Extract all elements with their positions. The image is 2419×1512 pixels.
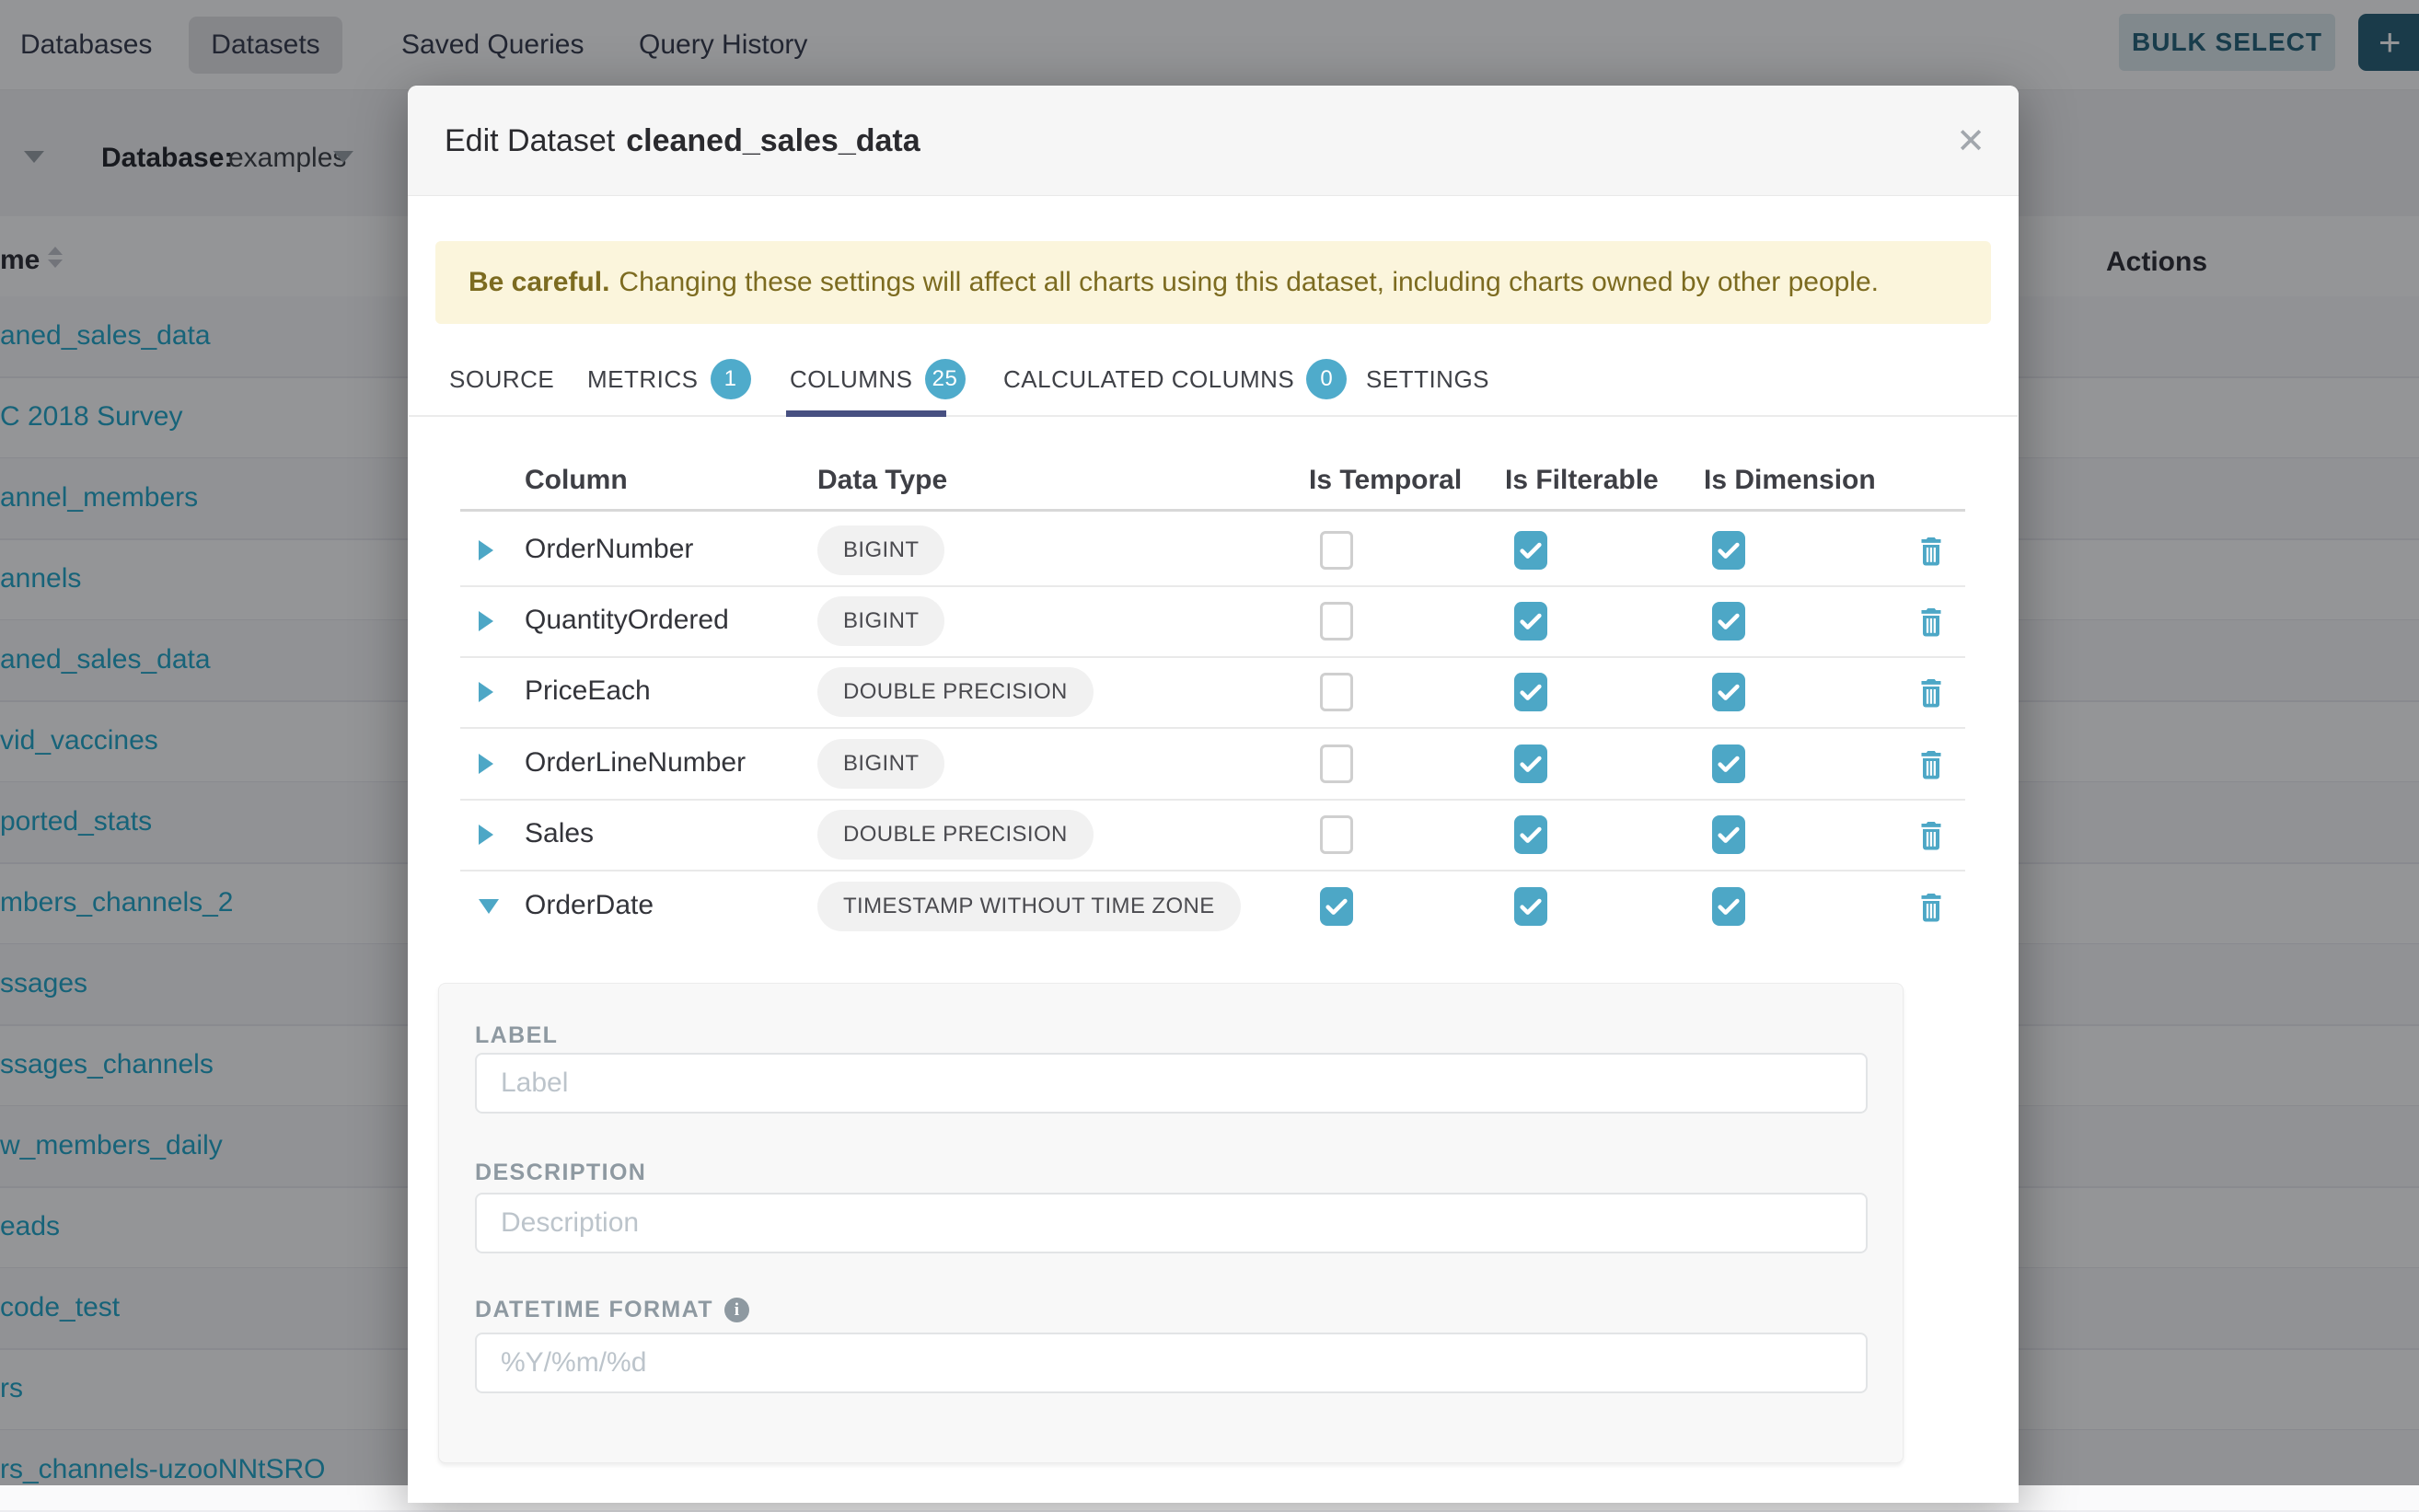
is-dimension-checkbox-checked[interactable] bbox=[1712, 531, 1745, 570]
warning-banner-text: Changing these settings will affect all … bbox=[619, 267, 1879, 298]
data-type-pill: DOUBLE PRECISION bbox=[817, 810, 1094, 860]
expand-caret-icon[interactable] bbox=[479, 540, 493, 560]
tab-label: SETTINGS bbox=[1366, 365, 1489, 394]
tab-calculated-columns[interactable]: CALCULATED COLUMNS 0 bbox=[1003, 350, 1347, 409]
is-dimension-checkbox-checked[interactable] bbox=[1712, 673, 1745, 711]
edit-dataset-modal: Edit Dataset cleaned_sales_data ✕ Be car… bbox=[408, 86, 2019, 1503]
column-row-divider bbox=[460, 585, 1965, 587]
is-temporal-checkbox-unchecked[interactable] bbox=[1320, 531, 1353, 570]
description-field-label: DESCRIPTION bbox=[475, 1160, 646, 1186]
is-filterable-checkbox-checked[interactable] bbox=[1514, 602, 1547, 641]
column-row-divider bbox=[460, 656, 1965, 658]
modal-title-dataset-name: cleaned_sales_data bbox=[626, 123, 920, 159]
columns-table-header-is-dimension: Is Dimension bbox=[1704, 465, 1876, 496]
is-filterable-checkbox-checked[interactable] bbox=[1514, 673, 1547, 711]
delete-column-trash-icon[interactable] bbox=[1915, 744, 1948, 783]
datetime-format-input[interactable] bbox=[475, 1333, 1868, 1393]
column-row-divider bbox=[460, 870, 1965, 871]
datetime-format-field-label: DATETIME FORMAT i bbox=[475, 1297, 749, 1323]
expand-caret-icon[interactable] bbox=[479, 682, 493, 702]
is-dimension-checkbox-checked[interactable] bbox=[1712, 887, 1745, 926]
modal-title: Edit Dataset cleaned_sales_data bbox=[445, 86, 920, 196]
tab-bar-border bbox=[409, 415, 2018, 417]
delete-column-trash-icon[interactable] bbox=[1915, 602, 1948, 641]
columns-table-header-datatype: Data Type bbox=[817, 465, 947, 496]
is-temporal-checkbox-checked[interactable] bbox=[1320, 887, 1353, 926]
info-icon[interactable]: i bbox=[724, 1298, 749, 1322]
is-filterable-checkbox-checked[interactable] bbox=[1514, 887, 1547, 926]
data-type-pill: DOUBLE PRECISION bbox=[817, 667, 1094, 717]
is-dimension-checkbox-checked[interactable] bbox=[1712, 815, 1745, 854]
columns-table-header-column: Column bbox=[525, 465, 628, 496]
tab-count-badge: 0 bbox=[1306, 359, 1347, 399]
column-name: OrderDate bbox=[525, 890, 654, 921]
data-type-pill: BIGINT bbox=[817, 525, 944, 575]
data-type-pill: BIGINT bbox=[817, 739, 944, 789]
tab-count-badge: 25 bbox=[925, 359, 966, 399]
label-input[interactable] bbox=[475, 1053, 1868, 1114]
is-filterable-checkbox-checked[interactable] bbox=[1514, 744, 1547, 783]
delete-column-trash-icon[interactable] bbox=[1915, 887, 1948, 926]
is-dimension-checkbox-checked[interactable] bbox=[1712, 602, 1745, 641]
tab-metrics[interactable]: METRICS 1 bbox=[587, 350, 751, 409]
column-name: OrderLineNumber bbox=[525, 747, 746, 779]
is-temporal-checkbox-unchecked[interactable] bbox=[1320, 815, 1353, 854]
is-filterable-checkbox-checked[interactable] bbox=[1514, 531, 1547, 570]
column-name: PriceEach bbox=[525, 675, 651, 707]
is-temporal-checkbox-unchecked[interactable] bbox=[1320, 673, 1353, 711]
tab-label: SOURCE bbox=[449, 365, 554, 394]
collapse-caret-icon[interactable] bbox=[479, 899, 499, 914]
delete-column-trash-icon[interactable] bbox=[1915, 815, 1948, 854]
expand-caret-icon[interactable] bbox=[479, 754, 493, 774]
column-name: OrderNumber bbox=[525, 534, 693, 565]
delete-column-trash-icon[interactable] bbox=[1915, 531, 1948, 570]
tab-columns[interactable]: COLUMNS 25 bbox=[790, 350, 966, 409]
column-name: QuantityOrdered bbox=[525, 605, 729, 636]
delete-column-trash-icon[interactable] bbox=[1915, 673, 1948, 711]
data-type-pill: TIMESTAMP WITHOUT TIME ZONE bbox=[817, 882, 1241, 931]
description-input[interactable] bbox=[475, 1193, 1868, 1253]
is-temporal-checkbox-unchecked[interactable] bbox=[1320, 602, 1353, 641]
tab-label: CALCULATED COLUMNS bbox=[1003, 365, 1294, 394]
expand-caret-icon[interactable] bbox=[479, 825, 493, 845]
column-row-divider bbox=[460, 799, 1965, 801]
column-row-divider bbox=[460, 727, 1965, 729]
expand-caret-icon[interactable] bbox=[479, 611, 493, 631]
close-icon[interactable]: ✕ bbox=[1956, 86, 1985, 196]
column-name: Sales bbox=[525, 818, 594, 849]
tab-settings[interactable]: SETTINGS bbox=[1366, 350, 1489, 409]
column-detail-panel: LABEL DESCRIPTION DATETIME FORMAT i bbox=[438, 983, 1904, 1463]
warning-banner: Be careful. Changing these settings will… bbox=[435, 241, 1991, 324]
active-tab-indicator bbox=[786, 410, 946, 417]
columns-table-header-is-temporal: Is Temporal bbox=[1309, 465, 1462, 496]
modal-title-prefix: Edit Dataset bbox=[445, 123, 615, 159]
warning-banner-bold: Be careful. bbox=[469, 267, 609, 298]
tab-label: COLUMNS bbox=[790, 365, 913, 394]
is-temporal-checkbox-unchecked[interactable] bbox=[1320, 744, 1353, 783]
is-dimension-checkbox-checked[interactable] bbox=[1712, 744, 1745, 783]
tab-count-badge: 1 bbox=[711, 359, 751, 399]
label-field-label: LABEL bbox=[475, 1022, 558, 1049]
is-filterable-checkbox-checked[interactable] bbox=[1514, 815, 1547, 854]
tab-label: METRICS bbox=[587, 365, 699, 394]
columns-table-header-is-filterable: Is Filterable bbox=[1505, 465, 1659, 496]
columns-table-header-rule bbox=[460, 509, 1965, 512]
data-type-pill: BIGINT bbox=[817, 596, 944, 646]
tab-source[interactable]: SOURCE bbox=[449, 350, 554, 409]
